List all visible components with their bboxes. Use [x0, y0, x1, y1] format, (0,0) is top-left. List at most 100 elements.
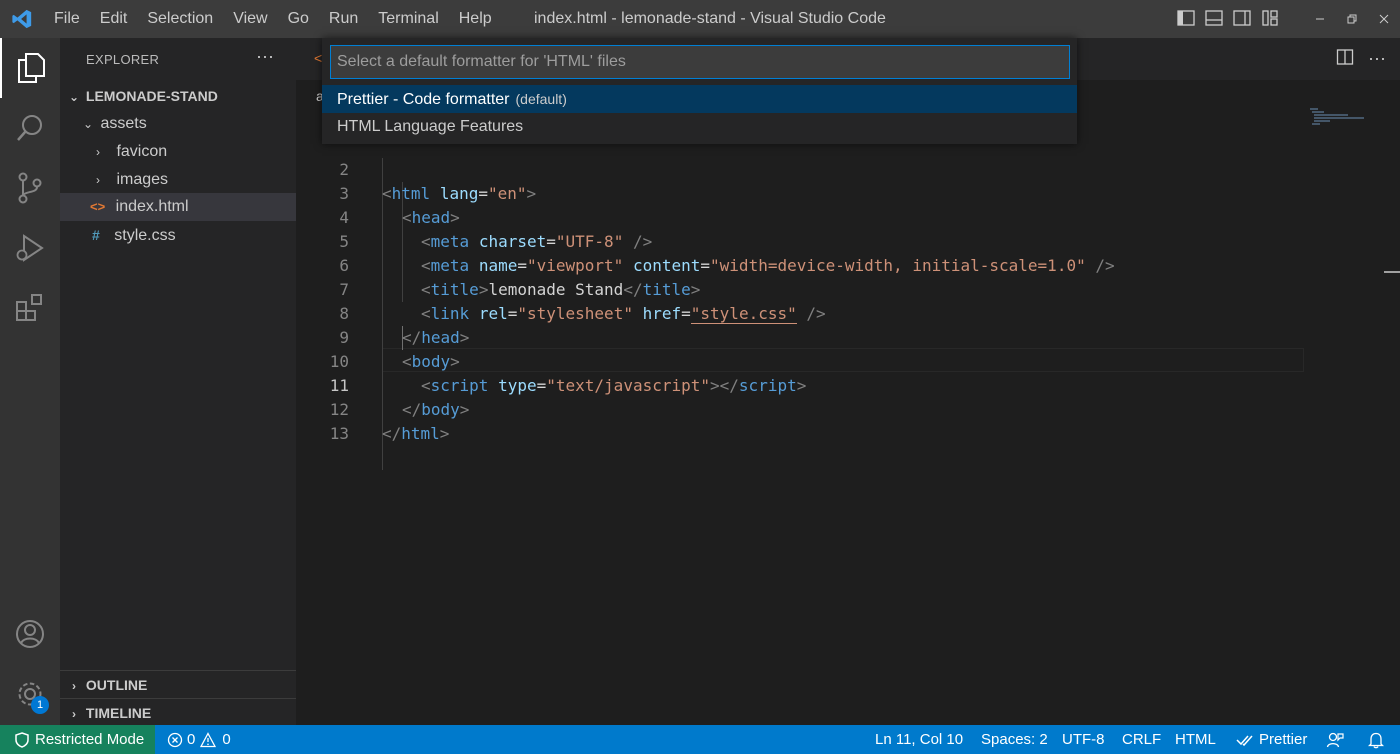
activity-source-control[interactable] — [0, 158, 60, 218]
code-line: 4 <meta charset="UTF-8" /> — [296, 182, 1306, 251]
toggle-secondary-sidebar-icon[interactable] — [1232, 8, 1252, 28]
chevron-down-icon: ⌄ — [68, 90, 80, 104]
activity-explorer[interactable] — [0, 38, 60, 98]
formatter-option-html-language-features[interactable]: HTML Language Features — [322, 113, 1077, 141]
problems-button[interactable]: 0 0 — [167, 725, 231, 754]
code-line: 5 <meta name="viewport" content="width=d… — [296, 206, 1306, 275]
timeline-label: TIMELINE — [85, 705, 152, 721]
minimize-icon — [1316, 18, 1324, 20]
menu-edit[interactable]: Edit — [90, 0, 138, 38]
tree-item-label: assets — [100, 115, 147, 132]
customize-layout-icon[interactable] — [1260, 8, 1280, 28]
source-control-icon — [18, 172, 42, 204]
tree-item-style-css[interactable]: # style.css — [60, 221, 296, 249]
menu-terminal[interactable]: Terminal — [368, 0, 448, 38]
split-editor-icon[interactable] — [1336, 48, 1354, 66]
toggle-panel-icon[interactable] — [1204, 8, 1224, 28]
menu-file[interactable]: File — [44, 0, 90, 38]
tree-item-label: index.html — [115, 198, 189, 215]
chevron-right-icon: › — [96, 145, 100, 159]
option-label: HTML Language Features — [337, 118, 524, 135]
feedback-icon — [1326, 732, 1344, 747]
cursor-position[interactable]: Ln 11, Col 10 — [875, 725, 963, 754]
toggle-primary-sidebar-icon[interactable] — [1176, 8, 1196, 28]
formatter-option-prettier[interactable]: Prettier - Code formatter (default) — [322, 85, 1077, 113]
code-line: 11 </body> — [296, 350, 1306, 419]
error-icon — [167, 732, 183, 747]
tree-item-label: images — [116, 171, 169, 188]
minimize-button[interactable] — [1304, 0, 1336, 38]
menu-selection[interactable]: Selection — [137, 0, 223, 38]
settings-badge: 1 — [31, 696, 49, 714]
chevron-right-icon: › — [96, 173, 100, 187]
css-file-icon: # — [92, 227, 100, 243]
code-line: 10 <script type="text/javascript"></scri… — [296, 326, 1306, 395]
more-actions-icon[interactable]: ··· — [256, 46, 274, 67]
menu-bar: File Edit Selection View Go Run Terminal… — [44, 0, 502, 38]
folder-root-label: LEMONADE-STAND — [85, 88, 218, 104]
status-bar: Restricted Mode 0 0 Ln 11, Col 10 Spaces… — [0, 725, 1400, 754]
tree-item-images[interactable]: › images — [60, 166, 296, 194]
menu-help[interactable]: Help — [449, 0, 502, 38]
warning-icon — [200, 731, 217, 747]
window-title: index.html - lemonade-stand - Visual Stu… — [534, 10, 886, 27]
scrollbar-cursor-marker — [1384, 271, 1400, 273]
quick-pick-input[interactable] — [330, 45, 1070, 79]
restore-icon — [1347, 14, 1357, 24]
restore-button[interactable] — [1336, 0, 1368, 38]
error-count: 0 — [187, 731, 196, 748]
encoding[interactable]: UTF-8 — [1062, 725, 1105, 754]
close-window-button[interactable] — [1368, 0, 1400, 38]
minimap[interactable] — [1308, 106, 1378, 130]
folder-root[interactable]: ⌄ LEMONADE-STAND — [60, 82, 296, 110]
prettier-label: Prettier — [1259, 731, 1308, 748]
end-of-line[interactable]: CRLF — [1122, 725, 1161, 754]
code-line: 7 <link rel="stylesheet" href="style.css… — [296, 254, 1306, 324]
activity-manage[interactable] — [0, 664, 60, 724]
html-file-icon: <> — [90, 199, 106, 214]
activity-accounts[interactable] — [0, 604, 60, 664]
chevron-right-icon: › — [72, 679, 76, 693]
prettier-status[interactable]: Prettier — [1236, 725, 1307, 754]
outline-section[interactable]: › OUTLINE — [60, 670, 296, 699]
tree-item-assets[interactable]: ⌄ assets — [60, 110, 296, 138]
restricted-mode-label: Restricted Mode — [35, 731, 145, 748]
code-line: 8 </head> — [296, 278, 1306, 347]
files-icon — [18, 53, 45, 83]
quick-pick: Prettier - Code formatter(default) HTML … — [322, 38, 1077, 144]
language-mode[interactable]: HTML — [1175, 725, 1216, 754]
bell-icon — [1368, 732, 1384, 748]
shield-icon — [15, 731, 29, 748]
activity-extensions[interactable] — [0, 278, 60, 338]
chevron-down-icon: ⌄ — [82, 117, 94, 131]
window-controls — [1304, 0, 1400, 38]
tree-item-index-html[interactable]: <> index.html — [60, 193, 296, 221]
code-line: 6 <title>lemonade Stand</title> — [296, 230, 1306, 299]
title-bar: File Edit Selection View Go Run Terminal… — [0, 0, 1400, 38]
account-icon — [16, 620, 44, 648]
code-line: 9 <body> — [296, 302, 1306, 371]
menu-run[interactable]: Run — [319, 0, 368, 38]
run-debug-icon — [16, 234, 44, 262]
activity-bar: 1 — [0, 38, 60, 725]
indentation[interactable]: Spaces: 2 — [981, 725, 1048, 754]
double-check-icon — [1236, 735, 1253, 746]
tree-item-label: style.css — [114, 227, 176, 244]
restricted-mode-button[interactable]: Restricted Mode — [0, 725, 155, 754]
activity-search[interactable] — [0, 98, 60, 158]
menu-view[interactable]: View — [223, 0, 277, 38]
option-description: (default) — [515, 91, 567, 107]
notifications-button[interactable] — [1368, 725, 1384, 754]
warning-count: 0 — [222, 731, 231, 748]
vscode-logo-icon — [12, 9, 32, 29]
tree-item-label: favicon — [116, 143, 168, 160]
tree-item-favicon[interactable]: › favicon — [60, 138, 296, 166]
feedback-button[interactable] — [1326, 725, 1344, 754]
explorer-header: EXPLORER — [86, 52, 160, 67]
timeline-section[interactable]: › TIMELINE — [60, 698, 296, 727]
chevron-right-icon: › — [72, 707, 76, 721]
more-actions-icon[interactable]: ··· — [1368, 48, 1386, 69]
activity-run-debug[interactable] — [0, 218, 60, 278]
tab-index-html[interactable]: < — [314, 50, 322, 66]
menu-go[interactable]: Go — [278, 0, 319, 38]
